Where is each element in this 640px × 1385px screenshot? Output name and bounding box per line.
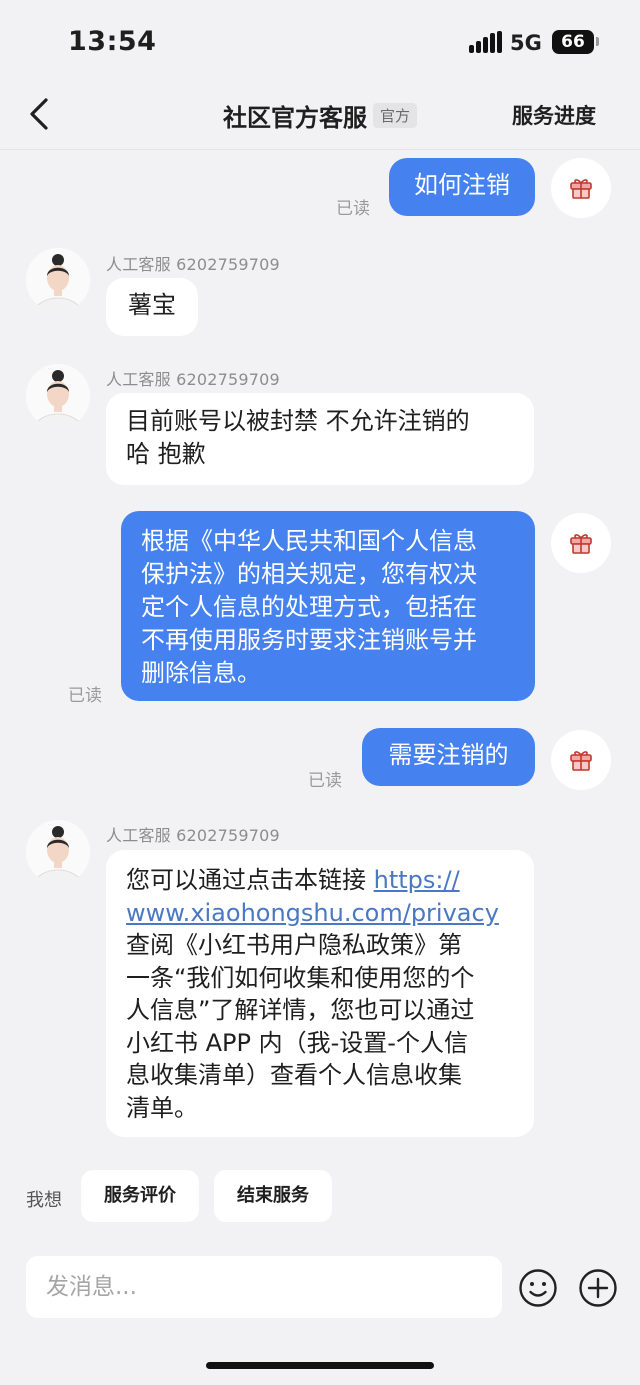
sender-label: 人工客服 6202759709 [106, 826, 280, 845]
message-line: 定个人信息的处理方式，包括在 [141, 593, 477, 621]
read-status: 已读 [308, 771, 342, 791]
outgoing-message[interactable]: 如何注销 [389, 158, 535, 216]
gift-icon [570, 534, 592, 554]
add-attachment-button[interactable] [578, 1268, 618, 1308]
message-line: 小红书 APP 内（我-设置-个人信 [126, 1028, 468, 1057]
end-service-button[interactable]: 结束服务 [214, 1170, 332, 1222]
incoming-message[interactable]: 薯宝 [106, 278, 198, 336]
message-line: 查阅《小红书用户隐私政策》第 [126, 931, 462, 959]
message-line: 息收集清单）查看个人信息收集 [126, 1061, 462, 1089]
emoji-icon [519, 1269, 557, 1307]
read-status: 已读 [336, 199, 370, 219]
sender-label: 人工客服 6202759709 [106, 370, 280, 389]
outgoing-message[interactable]: 根据《中华人民共和国个人信息 保护法》的相关规定，您有权决 定个人信息的处理方式… [121, 511, 535, 701]
emoji-button[interactable] [518, 1268, 558, 1308]
read-status: 已读 [68, 686, 102, 706]
message-line: 删除信息。 [141, 659, 261, 687]
message-input[interactable] [26, 1256, 502, 1318]
page-title: 社区官方客服 [222, 104, 367, 132]
privacy-link[interactable]: https:// [374, 866, 460, 894]
message-line: 一条“我们如何收集和使用您的个 [126, 963, 475, 992]
user-avatar[interactable] [551, 730, 611, 790]
battery-tip [596, 37, 599, 46]
incoming-message[interactable]: 目前账号以被封禁 不允许注销的 哈 抱歉 [106, 393, 534, 485]
outgoing-message[interactable]: 需要注销的 [362, 728, 535, 786]
message-line: 根据《中华人民共和国个人信息 [141, 527, 477, 555]
rate-service-button[interactable]: 服务评价 [81, 1170, 199, 1222]
agent-avatar[interactable] [26, 364, 90, 428]
nav-bar: 社区官方客服 官方 服务进度 [0, 86, 640, 150]
quick-actions-label: 我想 [26, 1190, 62, 1211]
message-text: 您可以通过点击本链接 [126, 866, 374, 894]
home-indicator[interactable] [206, 1362, 434, 1369]
agent-portrait-icon [26, 364, 90, 428]
battery-icon: 66 [552, 30, 594, 54]
message-line: www.xiaohongshu.com/privacy [126, 897, 514, 930]
message-line: 哈 抱歉 [126, 440, 206, 468]
bottom-panel: 我想 服务评价 结束服务 [0, 1158, 640, 1385]
status-time: 13:54 [68, 26, 157, 57]
message-line: 人信息”了解详情，您也可以通过 [126, 996, 475, 1024]
gift-icon [570, 179, 592, 199]
plus-icon [579, 1269, 617, 1307]
agent-portrait-icon [26, 248, 90, 312]
message-line: 您可以通过点击本链接 https:// [126, 864, 514, 897]
service-progress-button[interactable]: 服务进度 [512, 100, 596, 130]
user-avatar[interactable] [551, 513, 611, 573]
gift-icon [570, 751, 592, 771]
incoming-message[interactable]: 您可以通过点击本链接 https:// www.xiaohongshu.com/… [106, 850, 534, 1137]
status-bar: 13:54 5G 66 [0, 0, 640, 86]
sender-label: 人工客服 6202759709 [106, 255, 280, 274]
message-line: 不再使用服务时要求注销账号并 [141, 626, 477, 654]
privacy-link[interactable]: www.xiaohongshu.com/privacy [126, 899, 499, 927]
network-type: 5G [510, 31, 542, 55]
message-line: 保护法》的相关规定，您有权决 [141, 560, 477, 588]
official-badge: 官方 [372, 103, 417, 128]
agent-portrait-icon [26, 820, 90, 884]
agent-avatar[interactable] [26, 820, 90, 884]
message-line: 目前账号以被封禁 不允许注销的 [126, 407, 470, 435]
message-line: 清单。 [126, 1093, 198, 1122]
user-avatar[interactable] [551, 158, 611, 218]
cellular-signal-icon [469, 31, 503, 53]
agent-avatar[interactable] [26, 248, 90, 312]
